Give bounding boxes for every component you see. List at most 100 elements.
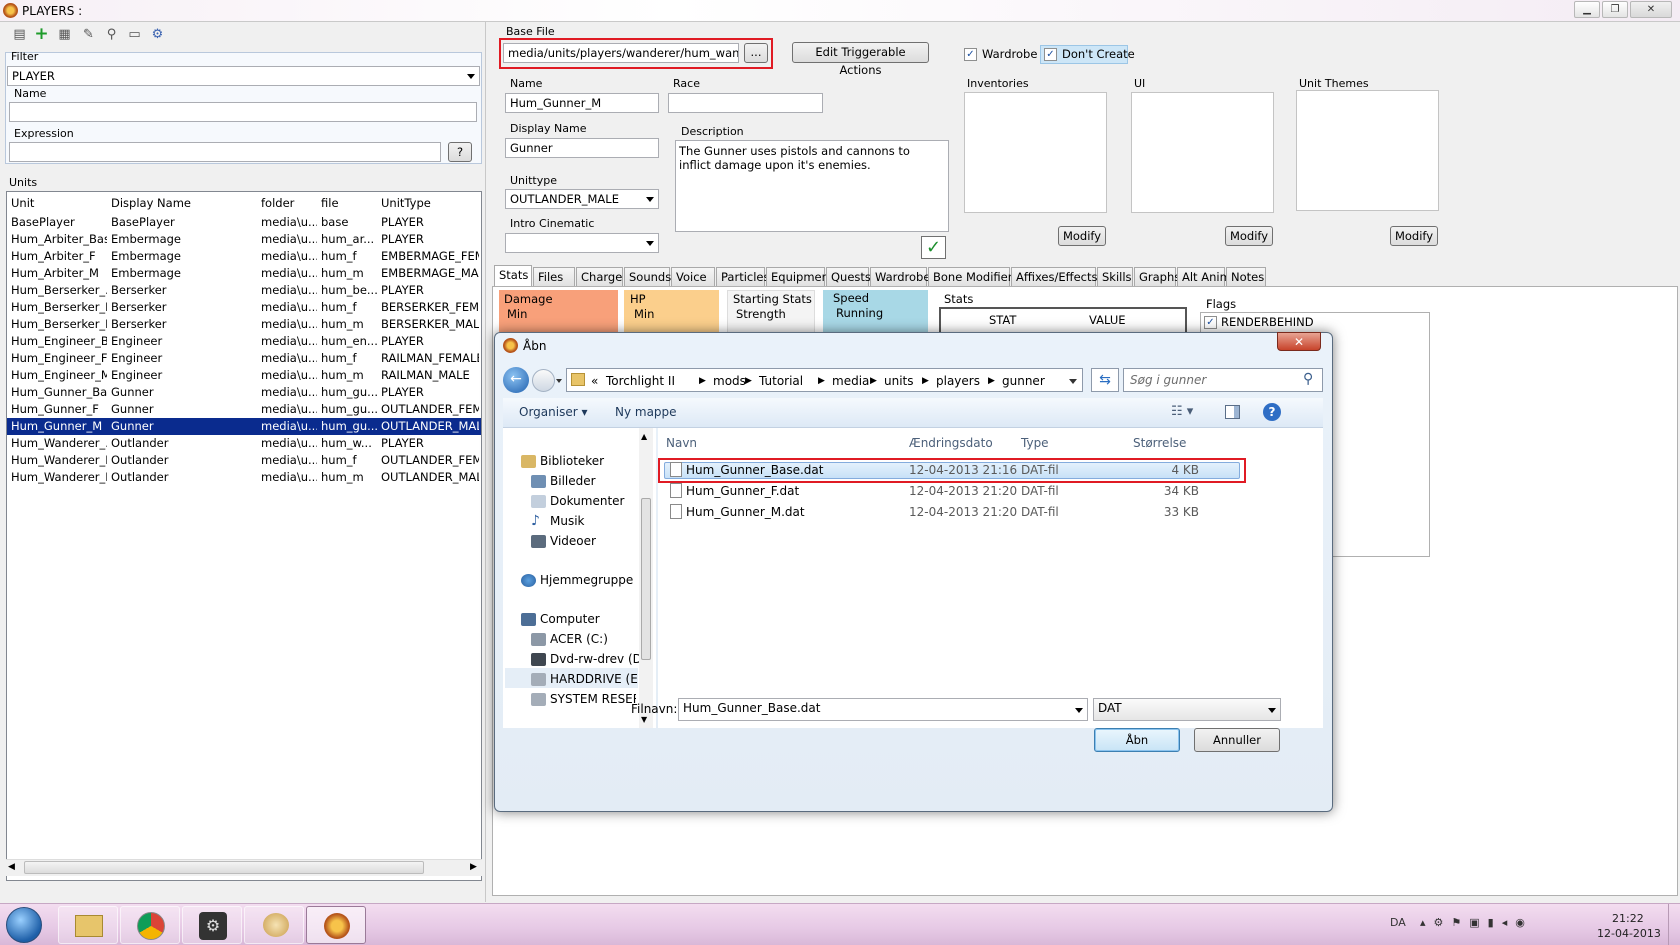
wardrobe-checkbox[interactable]: ✓ [964, 48, 977, 61]
breadcrumb-item[interactable]: media [832, 374, 869, 388]
grid-icon[interactable]: ▦ [56, 26, 73, 43]
file-list[interactable]: Navn Ændringsdato Type Størrelse Hum_Gun… [658, 428, 1323, 728]
unit-row[interactable]: Hum_Gunner_F Gunner media\u... hum_gu... OUT… [7, 401, 481, 418]
inventories-list[interactable] [964, 92, 1107, 213]
tab-charge[interactable]: Charge [576, 267, 623, 286]
dont-create-checkbox[interactable]: ✓ [1044, 48, 1057, 61]
col-unit[interactable]: Unit [11, 196, 34, 210]
tab-files[interactable]: Files [533, 267, 575, 286]
gear-icon[interactable]: ⚙ [149, 26, 166, 43]
edit-triggerable-actions-button[interactable]: Edit Triggerable Actions [792, 42, 929, 77]
tab-stats[interactable]: Stats [494, 265, 532, 287]
unit-row[interactable]: Hum_Engineer_M Engineer media\u... hum_m RAI… [7, 367, 481, 384]
scroll-right-icon[interactable]: ▶ [470, 862, 477, 872]
tab-notes[interactable]: Notes [1226, 267, 1266, 286]
address-bar[interactable]: «Torchlight II ▶ mods ▶ Tutorial ▶ media ▶ units… [566, 368, 1083, 392]
inventories-modify-button[interactable]: Modify [1058, 226, 1106, 246]
nav-documents[interactable]: Dokumenter [550, 494, 624, 508]
address-dropdown-icon[interactable] [1069, 379, 1077, 384]
language-indicator[interactable]: DA [1390, 916, 1406, 929]
col-display-name[interactable]: Display Name [111, 196, 191, 210]
unit-row[interactable]: Hum_Wanderer_... Outlander media\u... hum_w… [7, 435, 481, 452]
nav-dvd-drive[interactable]: Dvd-rw-drev (D:) [550, 652, 651, 666]
search-icon[interactable]: ⚲ [103, 26, 120, 43]
filename-input[interactable]: Hum_Gunner_Base.dat [678, 698, 1088, 721]
breadcrumb-separator-icon[interactable]: ▶ [922, 376, 929, 386]
col-file[interactable]: file [321, 196, 339, 210]
expression-help-button[interactable]: ? [448, 142, 472, 162]
unit-row[interactable]: Hum_Engineer_F Engineer media\u... hum_f RAI… [7, 350, 481, 367]
tab-voice[interactable]: Voice [671, 267, 715, 286]
description-textarea[interactable]: The Gunner uses pistols and cannons to i… [675, 140, 949, 232]
view-options-icon[interactable]: ☷ ▾ [1171, 404, 1193, 419]
breadcrumb-separator-icon[interactable]: ▶ [699, 376, 706, 386]
breadcrumb-item[interactable]: Torchlight II [606, 374, 675, 388]
col-unittype[interactable]: UnitType [381, 196, 431, 210]
col-folder[interactable]: folder [261, 196, 294, 210]
back-arrow-icon[interactable]: ← [503, 367, 529, 393]
tab-graphs[interactable]: Graphs [1134, 267, 1180, 286]
tab-bone-modifiers[interactable]: Bone Modifiers [928, 267, 1018, 286]
clock-date[interactable]: 12-04-2013 [1597, 927, 1661, 940]
preview-pane-icon[interactable] [1225, 405, 1240, 419]
breadcrumb-separator-icon[interactable]: ▶ [988, 376, 995, 386]
guts-taskbar-icon[interactable] [306, 906, 366, 944]
scroll-up-icon[interactable]: ▲ [641, 432, 647, 441]
scroll-down-icon[interactable]: ▼ [641, 715, 647, 724]
minimize-button[interactable]: ▁ [1574, 1, 1600, 18]
nav-libraries[interactable]: Biblioteker [540, 454, 604, 468]
ui-modify-button[interactable]: Modify [1225, 226, 1273, 246]
folder-icon[interactable]: ▭ [126, 26, 143, 43]
unit-themes-list[interactable] [1296, 90, 1439, 211]
breadcrumb-separator-icon[interactable]: ▶ [870, 376, 877, 386]
pencil-icon[interactable]: ✎ [80, 26, 97, 43]
file-row[interactable]: Hum_Gunner_Base.dat 12-04-2013 21:16 DAT-f… [658, 462, 1246, 480]
scroll-thumb[interactable] [24, 861, 424, 874]
breadcrumb-item[interactable]: players [936, 374, 980, 388]
tab-wardrobe[interactable]: Wardrobe [870, 267, 930, 286]
tab-quests[interactable]: Quests [826, 267, 871, 286]
paint-taskbar-icon[interactable] [244, 906, 304, 944]
unit-row[interactable]: Hum_Berserker_... Berserker media\u... hum_… [7, 282, 481, 299]
breadcrumb-item[interactable]: gunner [1002, 374, 1045, 388]
breadcrumb-item[interactable]: units [884, 374, 914, 388]
name-filter-input[interactable] [9, 102, 477, 122]
breadcrumb-item[interactable]: mods [713, 374, 746, 388]
filter-select[interactable]: PLAYER [7, 66, 480, 86]
col-size[interactable]: Størrelse [1133, 436, 1186, 450]
nav-harddrive[interactable]: HARDDRIVE (E:) [550, 672, 647, 686]
confirm-check-icon[interactable]: ✓ [921, 236, 946, 259]
tab-affixes-effects[interactable]: Affixes/Effects [1011, 267, 1097, 286]
nav-scrollbar[interactable]: ▲ ▼ [639, 428, 653, 728]
browse-button[interactable]: ... [744, 43, 768, 63]
open-button[interactable]: Åbn [1094, 728, 1180, 752]
base-file-input[interactable]: media/units/players/wanderer/hum_wandere… [503, 43, 739, 63]
new-folder-button[interactable]: Ny mappe [615, 405, 677, 419]
unit-row[interactable]: BasePlayer BasePlayer media\u... base PLAYER [7, 214, 481, 231]
breadcrumb-separator-icon[interactable]: ▶ [818, 376, 825, 386]
nav-drive-c[interactable]: ACER (C:) [550, 632, 608, 646]
breadcrumb-overflow[interactable]: « [591, 374, 598, 388]
nav-pictures[interactable]: Billeder [550, 474, 596, 488]
name-input[interactable]: Hum_Gunner_M [505, 93, 659, 113]
tab-skills[interactable]: Skills [1097, 267, 1133, 286]
col-name[interactable]: Navn [666, 436, 697, 450]
units-scrollbar[interactable]: ◀ ▶ [6, 859, 482, 876]
intro-cinematic-select[interactable] [505, 233, 659, 253]
breadcrumb-item[interactable]: Tutorial [759, 374, 803, 388]
unit-row[interactable]: Hum_Gunner_Ba... Gunner media\u... hum_gu..… [7, 384, 481, 401]
nav-videos[interactable]: Videoer [550, 534, 596, 548]
refresh-icon[interactable]: ⇆ [1091, 368, 1119, 392]
race-input[interactable] [668, 93, 823, 113]
unittype-select[interactable]: OUTLANDER_MALE [505, 189, 659, 209]
unit-row[interactable]: Hum_Gunner_M Gunner media\u... hum_gu... OUT… [7, 418, 481, 435]
organise-button[interactable]: Organiser ▾ [519, 405, 588, 419]
cancel-button[interactable]: Annuller [1194, 728, 1280, 752]
display-name-input[interactable]: Gunner [505, 138, 659, 158]
col-date[interactable]: Ændringsdato [909, 436, 993, 450]
forward-arrow-icon[interactable] [532, 369, 555, 392]
col-type[interactable]: Type [1021, 436, 1049, 450]
chrome-taskbar-icon[interactable] [120, 906, 180, 944]
unit-themes-modify-button[interactable]: Modify [1390, 226, 1438, 246]
close-window-button[interactable]: ✕ [1630, 1, 1672, 18]
